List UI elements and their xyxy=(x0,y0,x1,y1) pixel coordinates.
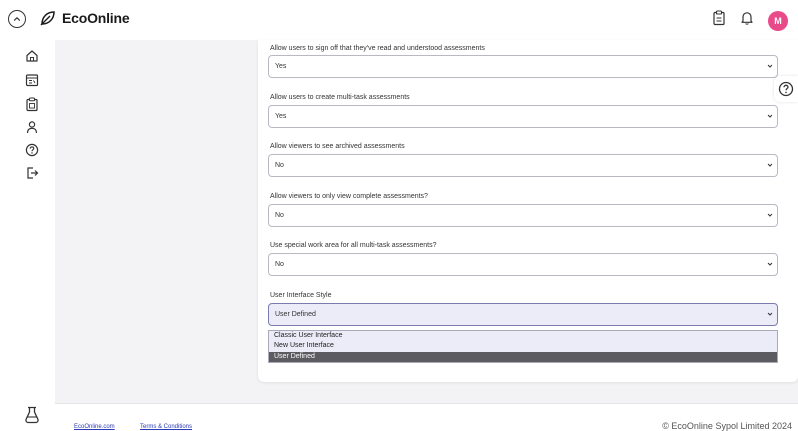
select-value: No xyxy=(275,162,284,169)
user-icon[interactable] xyxy=(24,119,40,135)
flask-icon[interactable] xyxy=(24,406,40,429)
archived-select[interactable]: No xyxy=(268,154,778,177)
brand-name: EcoOnline xyxy=(62,10,130,26)
setting-label: Allow users to create multi-task assessm… xyxy=(270,94,410,101)
help-icon[interactable] xyxy=(24,142,40,158)
chevron-down-icon xyxy=(767,262,773,266)
select-value: User Defined xyxy=(275,311,316,318)
terms-link[interactable]: Terms & Conditions xyxy=(140,424,192,430)
select-value: No xyxy=(275,261,284,268)
dropdown-option[interactable]: New User Interface xyxy=(269,341,777,351)
home-icon[interactable] xyxy=(24,48,40,64)
ecoonline-link[interactable]: EcoOnline.com xyxy=(74,424,115,430)
chevron-up-icon xyxy=(13,16,21,21)
dropdown-option-selected[interactable]: User Defined xyxy=(269,351,777,362)
ecoonline-logo-icon xyxy=(40,11,55,26)
complete-only-select[interactable]: No xyxy=(268,204,778,227)
clipboard-list-icon[interactable] xyxy=(24,96,40,112)
footer: EcoOnline.com Terms & Conditions © EcoOn… xyxy=(55,403,798,431)
select-value: Yes xyxy=(275,63,287,70)
calendar-icon[interactable] xyxy=(24,72,40,88)
chevron-down-icon xyxy=(767,114,773,118)
ui-style-dropdown: Classic User Interface New User Interfac… xyxy=(268,330,778,363)
multi-task-select[interactable]: Yes xyxy=(268,105,778,128)
collapse-sidebar-button[interactable] xyxy=(8,10,26,28)
select-value: No xyxy=(275,212,284,219)
setting-label: Allow users to sign off that they've rea… xyxy=(270,45,485,52)
dropdown-option[interactable]: Classic User Interface xyxy=(269,331,777,341)
settings-card: Allow users to sign off that they've rea… xyxy=(258,40,798,382)
help-tab-button[interactable] xyxy=(774,76,798,102)
top-bar: EcoOnline M xyxy=(0,0,798,40)
setting-label: Allow viewers to see archived assessment… xyxy=(270,143,405,150)
brand-logo[interactable]: EcoOnline xyxy=(38,8,130,28)
chevron-down-icon xyxy=(767,312,773,316)
user-avatar[interactable]: M xyxy=(768,10,788,31)
clipboard-icon[interactable] xyxy=(712,10,726,31)
help-icon xyxy=(778,81,794,97)
ui-style-select[interactable]: User Defined xyxy=(268,303,778,326)
setting-label: Allow viewers to only view complete asse… xyxy=(270,193,428,200)
work-area-select[interactable]: No xyxy=(268,253,778,276)
chevron-down-icon xyxy=(767,64,773,68)
setting-label: User Interface Style xyxy=(270,292,332,299)
sign-off-select[interactable]: Yes xyxy=(268,55,778,78)
logout-icon[interactable] xyxy=(24,165,40,181)
setting-label: Use special work area for all multi-task… xyxy=(270,242,437,249)
sidebar xyxy=(0,40,55,431)
copyright-text: © EcoOnline Sypol Limited 2024 xyxy=(662,421,792,431)
select-value: Yes xyxy=(275,113,287,120)
chevron-down-icon xyxy=(767,163,773,167)
bell-icon[interactable] xyxy=(740,10,754,31)
chevron-down-icon xyxy=(767,213,773,217)
